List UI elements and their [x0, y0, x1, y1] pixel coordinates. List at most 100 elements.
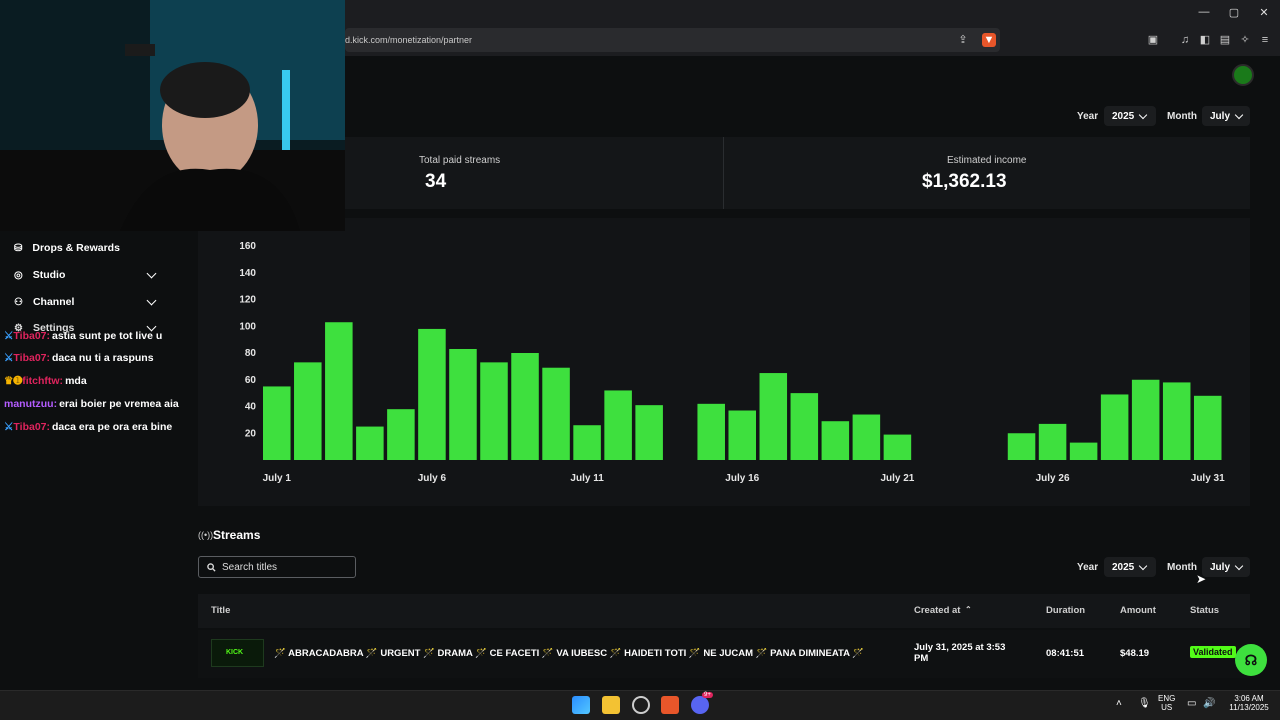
month-label: Month [1167, 111, 1197, 122]
chart-bar[interactable] [356, 426, 384, 460]
leo-ai-icon[interactable]: ✧ [1238, 33, 1252, 47]
chat-message: ♛➊fitchftw: mda [4, 375, 87, 387]
chart-bar[interactable] [1100, 394, 1129, 460]
chart-bar[interactable] [449, 348, 477, 460]
chart-bar[interactable] [1038, 423, 1067, 460]
chart-bar[interactable] [573, 425, 601, 460]
y-tick-label: 120 [239, 295, 256, 306]
sidebar-item-drops[interactable]: ⛁ Drops & Rewards [14, 242, 120, 254]
streams-year-select[interactable]: 2025 [1104, 557, 1156, 577]
chevron-down-icon [1234, 561, 1244, 570]
stream-thumbnail[interactable]: KICK [211, 639, 264, 667]
earnings-chart-panel: 20 40 60 80 100 120 140 160 July 1 July 6 July 11 J… [198, 218, 1250, 506]
sort-asc-icon[interactable]: ⌃ [965, 605, 972, 614]
obs-icon[interactable] [632, 696, 650, 714]
search-input[interactable] [222, 561, 350, 573]
file-explorer-icon[interactable] [602, 696, 620, 714]
wallet-icon[interactable]: ▤ [1218, 33, 1232, 47]
network-icon[interactable]: ▭ [1187, 698, 1196, 709]
chart-bar[interactable] [821, 421, 850, 460]
maximize-button[interactable]: ▢ [1224, 6, 1244, 19]
tab-search-icon[interactable]: ▣ [1146, 33, 1160, 47]
headset-icon: ☊ [1244, 651, 1258, 668]
chart-bar[interactable] [697, 403, 725, 460]
stream-duration: 08:41:51 [1046, 648, 1085, 659]
sidebar-item-channel[interactable]: ⚇ Channel [14, 296, 74, 308]
chart-bar[interactable] [1131, 379, 1160, 460]
stream-title[interactable]: 🪄 ABRACADABRA 🪄 URGENT 🪄 DRAMA 🪄 CE FACE… [274, 648, 904, 659]
x-tick-label: July 26 [1036, 473, 1070, 484]
search-box[interactable] [198, 556, 356, 578]
badge-one-icon: ➊ [13, 375, 23, 387]
year-select[interactable]: 2025 [1104, 106, 1156, 126]
income-label: Estimated income [947, 155, 1027, 166]
webcam-image [0, 0, 345, 231]
microphone-icon[interactable]: 🎙 [1138, 698, 1151, 709]
chat-message: ⚔Tiba07: daca nu ti a raspuns [4, 352, 154, 364]
streams-month-label: Month [1167, 562, 1197, 573]
y-tick-label: 160 [239, 241, 256, 252]
paid-streams-label: Total paid streams [419, 155, 501, 166]
stream-amount: $48.19 [1120, 648, 1150, 659]
chart-bar[interactable] [511, 353, 539, 460]
support-chat-button[interactable]: ☊ [1235, 644, 1267, 676]
chart-bar[interactable] [883, 434, 912, 460]
chart-bar[interactable] [294, 362, 322, 460]
webcam-overlay [0, 0, 345, 231]
clock[interactable]: 3:06 AM 11/13/2025 [1226, 694, 1272, 712]
brave-shield-icon[interactable]: ▼ [982, 33, 996, 47]
income-value: $1,362.13 [922, 171, 1007, 192]
chart-bar[interactable] [1069, 442, 1098, 460]
year-label: Year [1077, 111, 1099, 122]
chart-bar[interactable] [418, 328, 446, 460]
streams-month-select[interactable]: July [1202, 557, 1250, 577]
y-tick-label: 140 [239, 268, 256, 279]
share-icon[interactable]: ⇪ [956, 33, 970, 47]
chart-bar[interactable] [263, 386, 291, 460]
month-select[interactable]: July [1202, 106, 1250, 126]
volume-icon[interactable]: 🔊 [1203, 698, 1215, 709]
col-created-at[interactable]: Created at [914, 605, 960, 616]
brave-browser-icon[interactable] [661, 696, 679, 714]
windows-start-icon[interactable] [572, 696, 590, 714]
chart-bar[interactable] [790, 393, 819, 460]
chat-username: Tiba07: [13, 421, 50, 433]
streams-year-label: Year [1077, 562, 1099, 573]
chart-bar[interactable] [852, 414, 881, 460]
x-tick-label: July 1 [263, 473, 292, 484]
chart-bar[interactable] [635, 405, 663, 460]
chart-bar[interactable] [480, 362, 508, 460]
sword-icon: ⚔ [4, 330, 14, 342]
col-status[interactable]: Status [1190, 605, 1219, 616]
user-avatar[interactable] [1232, 64, 1254, 86]
menu-icon[interactable]: ≡ [1258, 33, 1272, 47]
sidebar-item-studio[interactable]: ◎ Studio [14, 269, 65, 281]
chart-bar[interactable] [542, 367, 570, 460]
chart-bar[interactable] [1162, 382, 1191, 460]
language-indicator[interactable]: ENG US [1158, 694, 1175, 712]
search-icon [207, 562, 216, 572]
col-amount[interactable]: Amount [1120, 605, 1156, 616]
x-tick-label: July 11 [570, 473, 604, 484]
chart-bar[interactable] [387, 409, 415, 460]
media-icon[interactable]: ♫ [1178, 33, 1192, 47]
close-window-button[interactable]: ✕ [1254, 6, 1274, 19]
chat-message: manutzuu: erai boier pe vremea aia [4, 398, 179, 410]
col-title[interactable]: Title [211, 605, 230, 616]
sidebar-toggle-icon[interactable]: ◧ [1198, 33, 1212, 47]
year-select-value: 2025 [1112, 110, 1135, 122]
tray-chevron-icon[interactable]: ˄ [1116, 698, 1122, 709]
chart-bar[interactable] [604, 390, 632, 460]
chart-bar[interactable] [1007, 433, 1036, 460]
x-tick-label: July 6 [418, 473, 447, 484]
month-select-value: July [1210, 110, 1231, 122]
x-tick-label: July 16 [725, 473, 759, 484]
minimize-button[interactable]: — [1194, 6, 1214, 18]
discord-badge: 9+ [702, 692, 713, 698]
chart-bar[interactable] [325, 322, 353, 460]
chart-bar[interactable] [728, 410, 757, 460]
col-duration[interactable]: Duration [1046, 605, 1085, 616]
discord-icon[interactable] [691, 696, 709, 714]
chart-bar[interactable] [1193, 395, 1222, 460]
chart-bar[interactable] [759, 373, 788, 460]
